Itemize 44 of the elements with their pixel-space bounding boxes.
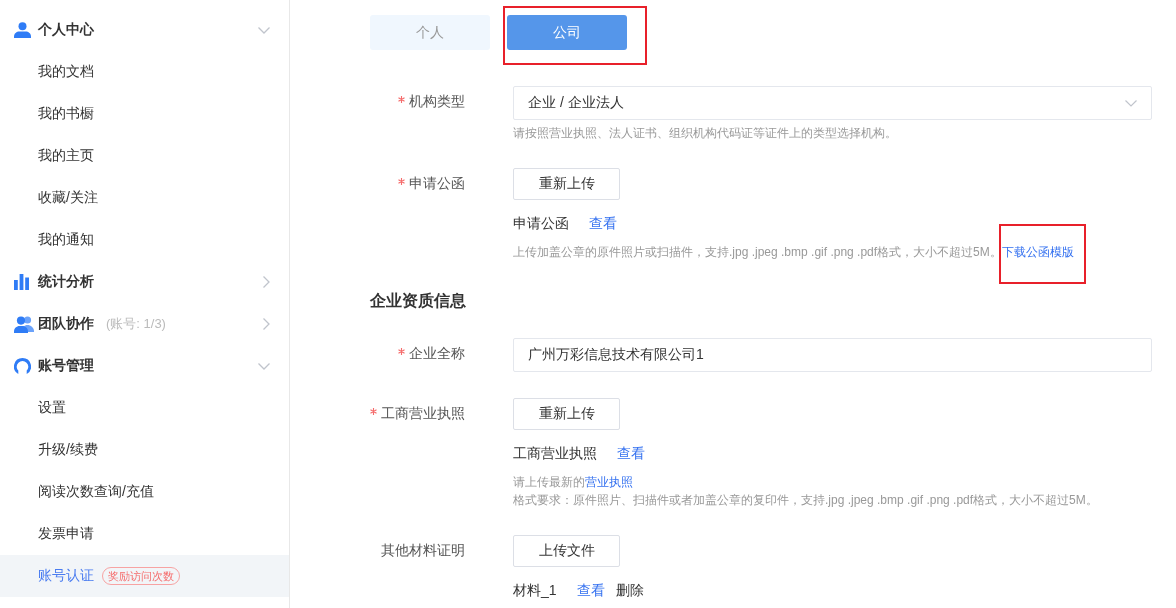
sidebar-group[interactable]: 账号管理: [0, 345, 289, 387]
sidebar-item[interactable]: 阅读次数查询/充值: [0, 471, 289, 513]
field-label: 其他材料证明: [381, 542, 465, 560]
select-field[interactable]: 企业 / 企业法人: [513, 86, 1152, 120]
people-icon: [14, 315, 34, 333]
sidebar-item[interactable]: 设置: [0, 387, 289, 429]
field-label: 申请公函: [409, 175, 465, 193]
field-label: 工商营业执照: [381, 405, 465, 423]
sidebar-item[interactable]: 收藏/关注: [0, 177, 289, 219]
view-link[interactable]: 查看: [617, 443, 645, 463]
ring-icon: [14, 357, 31, 375]
file-name: 材料_1: [513, 581, 557, 600]
view-link[interactable]: 查看: [576, 580, 605, 600]
view-link[interactable]: 查看: [589, 213, 617, 233]
account-count-text: (账号: 1/3): [106, 315, 166, 333]
section-title: 企业资质信息: [370, 291, 467, 311]
text-field[interactable]: 广州万彩信息技术有限公司1: [513, 338, 1152, 372]
field-label: 机构类型: [409, 93, 465, 111]
sidebar-item[interactable]: 发票申请: [0, 513, 289, 555]
sidebar-item[interactable]: 我的主页: [0, 135, 289, 177]
sidebar-item[interactable]: 账号认证 奖励访问次数: [0, 555, 289, 597]
chevron-down-icon: [1125, 99, 1137, 107]
bar-chart-icon: [14, 274, 29, 290]
help-text: 请按照营业执照、法人证书、组织机构代码证等证件上的类型选择机构。: [513, 125, 898, 142]
sidebar-item[interactable]: 我的通知: [0, 219, 289, 261]
download-link[interactable]: 下载公函模版: [1001, 245, 1074, 259]
sidebar-group[interactable]: 个人中心: [0, 9, 289, 51]
help-text: 格式要求：原件照片、扫描件或者加盖公章的复印件，支持.jpg .jpeg .bmp .gif .png .pdf格式，大小不超过5M。: [513, 492, 1099, 509]
file-name: 申请公函: [513, 214, 569, 233]
sidebar-item[interactable]: 升级/续费: [0, 429, 289, 471]
upload-button[interactable]: 重新上传: [513, 398, 620, 430]
sidebar-group[interactable]: 团队协作 (账号: 1/3): [0, 303, 289, 345]
sidebar-item[interactable]: 我的书橱: [0, 93, 289, 135]
help-link[interactable]: 营业执照: [585, 475, 633, 489]
help-text: 请上传最新的营业执照: [513, 474, 634, 491]
sidebar-item[interactable]: 我的文档: [0, 51, 289, 93]
field-label: 企业全称: [409, 345, 465, 363]
delete-link[interactable]: 删除: [615, 580, 644, 600]
sidebar-group[interactable]: 统计分析: [0, 261, 289, 303]
help-text: 上传加盖公章的原件照片或扫描件，支持.jpg .jpeg .bmp .gif .png .pdf格式，大小不超过5M。: [513, 244, 1002, 261]
person-icon: [14, 22, 31, 38]
file-name: 工商营业执照: [513, 444, 597, 463]
upload-button[interactable]: 上传文件: [513, 535, 620, 567]
upload-button[interactable]: 重新上传: [513, 168, 620, 200]
